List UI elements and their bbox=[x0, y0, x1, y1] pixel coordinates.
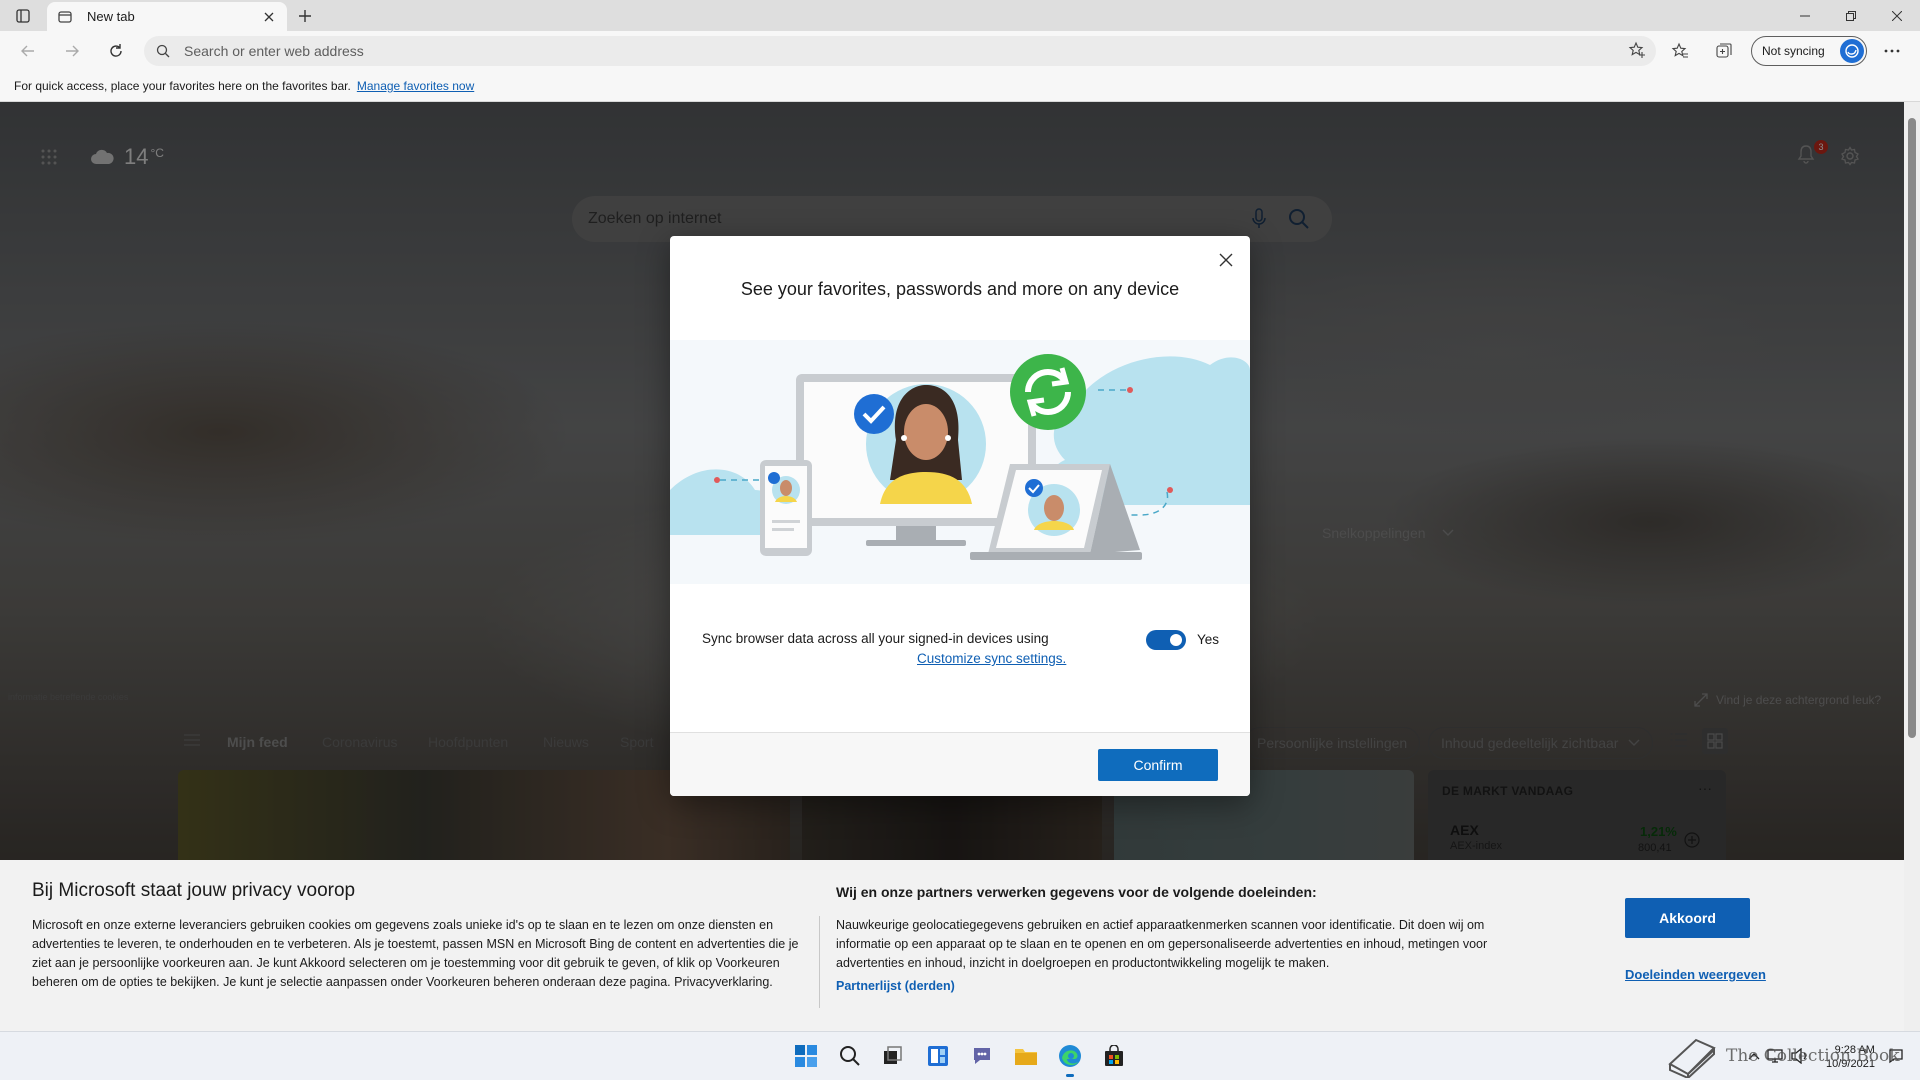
sync-illustration bbox=[670, 340, 1250, 584]
address-input[interactable]: Search or enter web address bbox=[184, 43, 364, 59]
teams-chat-icon bbox=[974, 1048, 990, 1064]
refresh-button[interactable] bbox=[100, 37, 132, 65]
manage-favorites-link[interactable]: Manage favorites now bbox=[357, 79, 474, 93]
browser-toolbar: Search or enter web address Not syncing bbox=[0, 31, 1920, 71]
new-tab-favicon-icon bbox=[58, 10, 72, 23]
maximize-button[interactable] bbox=[1828, 0, 1874, 31]
collections-button[interactable] bbox=[1708, 37, 1740, 65]
folder-icon bbox=[1015, 1049, 1037, 1065]
star-add-icon bbox=[1628, 41, 1645, 58]
window-controls bbox=[1782, 0, 1920, 31]
favorites-button[interactable] bbox=[1664, 37, 1696, 65]
windows-logo-icon bbox=[795, 1045, 817, 1067]
purposes-title: Wij en onze partners verwerken gegevens … bbox=[836, 884, 1317, 900]
minimize-button[interactable] bbox=[1782, 0, 1828, 31]
microsoft-store-button[interactable] bbox=[1100, 1042, 1128, 1070]
close-icon bbox=[1219, 253, 1233, 267]
accept-button[interactable]: Akkoord bbox=[1625, 898, 1750, 938]
forward-button[interactable] bbox=[56, 37, 88, 65]
new-tab-button[interactable] bbox=[292, 4, 318, 28]
more-horizontal-icon bbox=[1884, 49, 1900, 53]
chat-button[interactable] bbox=[968, 1042, 996, 1070]
sync-toggle[interactable] bbox=[1146, 630, 1186, 650]
watermark-text: The Collection Book bbox=[1726, 1046, 1900, 1066]
arrow-left-icon bbox=[21, 45, 34, 57]
sync-avatar-icon bbox=[1845, 44, 1859, 58]
customize-sync-link[interactable]: Customize sync settings. bbox=[917, 651, 1066, 666]
privacy-body: Microsoft en onze externe leveranciers g… bbox=[32, 918, 799, 989]
title-bar: New tab bbox=[0, 0, 1920, 31]
favorites-bar: For quick access, place your favorites h… bbox=[0, 71, 1920, 102]
active-app-indicator bbox=[1066, 1074, 1074, 1077]
privacy-divider bbox=[819, 916, 820, 1008]
widgets-button[interactable] bbox=[924, 1042, 952, 1070]
close-icon bbox=[1892, 10, 1902, 21]
edge-browser-button[interactable] bbox=[1056, 1042, 1084, 1077]
tab-actions-icon bbox=[16, 9, 30, 23]
sync-status-label: Not syncing bbox=[1762, 44, 1825, 58]
privacy-purposes: Wij en onze partners verwerken gegevens … bbox=[836, 884, 1536, 993]
partner-list-link[interactable]: Partnerlijst (derden) bbox=[836, 979, 1536, 993]
collections-icon bbox=[1716, 43, 1732, 58]
browser-tab[interactable]: New tab bbox=[47, 2, 287, 31]
tab-actions-button[interactable] bbox=[8, 4, 38, 28]
task-view-icon bbox=[884, 1046, 902, 1064]
start-button[interactable] bbox=[792, 1042, 820, 1070]
watermark: The Collection Book bbox=[1666, 1032, 1906, 1080]
dialog-close-button[interactable] bbox=[1214, 248, 1238, 272]
refresh-icon bbox=[110, 44, 122, 57]
toggle-knob bbox=[1170, 634, 1182, 646]
scrollbar-thumb[interactable] bbox=[1908, 118, 1916, 738]
taskbar-search-button[interactable] bbox=[836, 1042, 864, 1070]
page-scrollbar[interactable] bbox=[1904, 102, 1920, 1031]
profile-sync-button[interactable]: Not syncing bbox=[1751, 36, 1867, 66]
task-view-button[interactable] bbox=[878, 1042, 906, 1070]
settings-more-button[interactable] bbox=[1876, 37, 1908, 65]
edge-browser-icon bbox=[1059, 1045, 1081, 1067]
book-icon bbox=[1668, 1038, 1716, 1078]
arrow-right-icon bbox=[66, 45, 79, 57]
widgets-icon bbox=[928, 1046, 948, 1066]
close-icon bbox=[264, 12, 274, 21]
sync-toggle-label: Yes bbox=[1197, 632, 1220, 647]
address-bar[interactable]: Search or enter web address bbox=[144, 36, 1656, 66]
back-button[interactable] bbox=[12, 37, 44, 65]
tab-close-button[interactable] bbox=[261, 9, 277, 25]
dialog-title: See your favorites, passwords and more o… bbox=[740, 279, 1180, 299]
privacy-banner: Bij Microsoft staat jouw privacy voorop … bbox=[0, 860, 1904, 1031]
avatar bbox=[1840, 39, 1864, 63]
privacy-intro: Bij Microsoft staat jouw privacy voorop … bbox=[32, 880, 800, 992]
show-purposes-link[interactable]: Doeleinden weergeven bbox=[1625, 967, 1766, 982]
file-explorer-button[interactable] bbox=[1012, 1042, 1040, 1070]
add-favorite-button[interactable] bbox=[1628, 41, 1646, 62]
taskbar: 9:28 AM 10/9/2021 bbox=[0, 1031, 1920, 1080]
sync-dialog: See your favorites, passwords and more o… bbox=[670, 236, 1250, 796]
confirm-button[interactable]: Confirm bbox=[1098, 749, 1218, 781]
search-icon bbox=[156, 44, 170, 58]
dialog-footer: Confirm bbox=[670, 732, 1250, 796]
privacy-title: Bij Microsoft staat jouw privacy voorop bbox=[32, 880, 356, 901]
close-window-button[interactable] bbox=[1874, 0, 1920, 31]
sync-description: Sync browser data across all your signed… bbox=[702, 631, 1049, 646]
devices-sync-illustration bbox=[670, 354, 1250, 560]
favorites-bar-hint: For quick access, place your favorites h… bbox=[14, 79, 351, 93]
tab-title: New tab bbox=[87, 9, 135, 24]
favorites-icon bbox=[1671, 42, 1688, 58]
restore-icon bbox=[1846, 10, 1856, 21]
search-icon bbox=[840, 1046, 860, 1066]
purposes-body: Nauwkeurige geolocatiegegevens gebruiken… bbox=[836, 918, 1488, 970]
plus-icon bbox=[299, 10, 311, 22]
store-bag-icon bbox=[1105, 1045, 1123, 1066]
minimize-icon bbox=[1800, 15, 1810, 16]
